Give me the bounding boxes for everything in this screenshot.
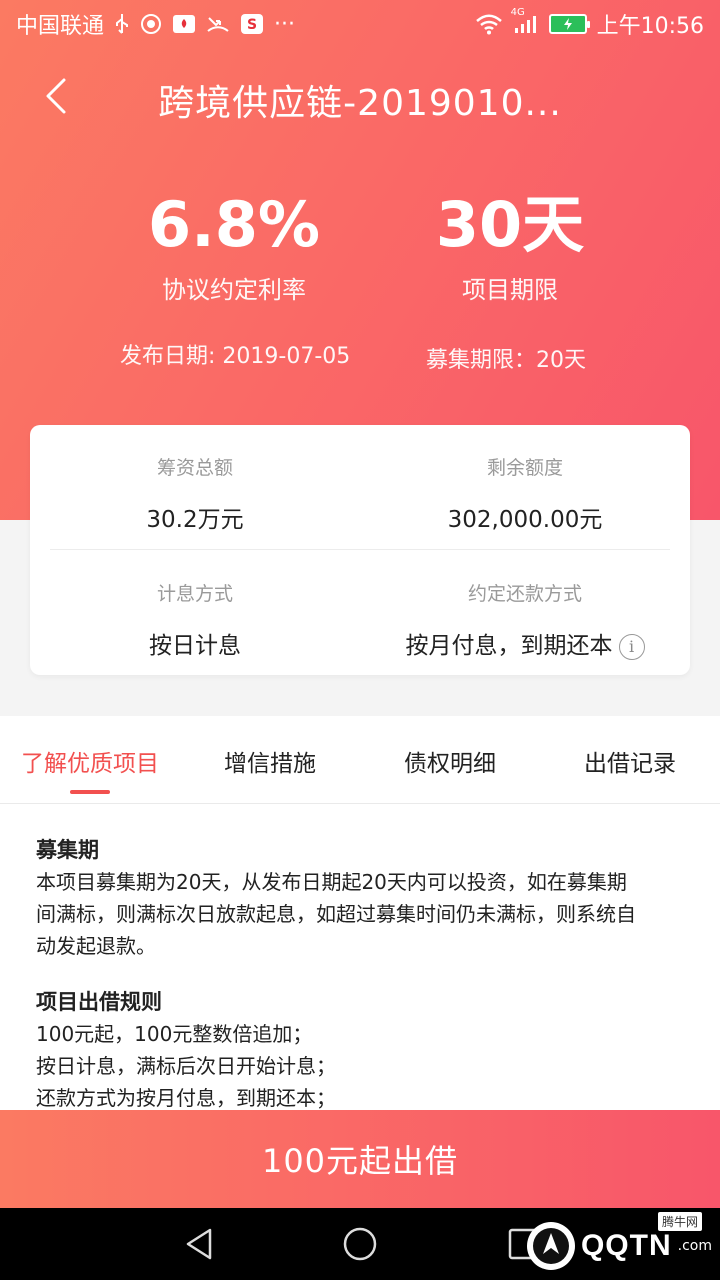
wifi-icon — [475, 13, 503, 35]
repayment-method-cell: 约定还款方式 按月付息，到期还本 i — [360, 579, 690, 660]
page-title: 跨境供应链-2019010... — [158, 83, 562, 124]
tab-debt-details[interactable]: 债权明细 — [390, 744, 510, 778]
lend-button[interactable]: 100元起出借 — [0, 1110, 720, 1208]
total-amount-cell: 筹资总额 30.2万元 — [30, 453, 360, 534]
raise-period: 募集期限：20天 — [426, 348, 586, 373]
interest-method-label: 计息方式 — [156, 583, 233, 605]
info-icon[interactable]: i — [618, 633, 645, 660]
network-type: 4G — [510, 7, 525, 18]
detail-section: 了解优质项目 增信措施 债权明细 出借记录 募集期 本项目募集期为20天，从发布… — [0, 716, 720, 1110]
carrier-label: 中国联通 — [16, 14, 105, 39]
card-divider — [50, 549, 670, 550]
watermark-suffix: .com — [677, 1238, 712, 1254]
navigation-bar: 跨境供应链-2019010... — [0, 56, 720, 140]
remaining-amount-cell: 剩余额度 302,000.00元 — [360, 453, 690, 534]
circle-home-icon — [340, 1227, 380, 1268]
repayment-method-row: 按月付息，到期还本 i — [360, 626, 690, 660]
rate-value: 6.8% — [148, 188, 320, 261]
signal-icon: 4G — [511, 7, 539, 35]
watermark-tag: 腾牛网 — [657, 1212, 702, 1231]
clock: 上午10:56 — [596, 14, 704, 39]
tab-lending-records[interactable]: 出借记录 — [570, 744, 690, 778]
usb-icon — [114, 13, 130, 35]
watermark: QQTN .com 腾牛网 — [526, 1212, 712, 1270]
term-label: 项目期限 — [462, 276, 558, 304]
tab-credit-enhancement[interactable]: 增信措施 — [210, 744, 330, 778]
funding-info-card: 筹资总额 30.2万元 剩余额度 302,000.00元 计息方式 按日计息 约… — [30, 425, 690, 675]
raise-period-title: 募集期 — [36, 838, 99, 862]
project-stats: 6.8% 协议约定利率 30天 项目期限 — [0, 190, 720, 320]
tab-bar: 了解优质项目 增信措施 债权明细 出借记录 — [0, 716, 720, 804]
repayment-method-label: 约定还款方式 — [467, 583, 582, 605]
interest-method-cell: 计息方式 按日计息 — [30, 579, 360, 660]
lending-rule-2: 按日计息，满标后次日开始计息； — [36, 1054, 336, 1078]
app-s-icon: S — [240, 13, 264, 35]
huawei-icon — [172, 13, 196, 35]
remaining-amount-label: 剩余额度 — [486, 457, 563, 479]
interest-method-value: 按日计息 — [149, 633, 241, 659]
status-bar: 中国联通 S ··· 4G 上午10:56 — [0, 0, 720, 48]
qqtn-logo-icon — [526, 1222, 575, 1270]
more-notifications: ··· — [274, 11, 295, 37]
system-home-button[interactable] — [340, 1224, 380, 1264]
missed-call-icon — [206, 13, 230, 35]
triangle-back-icon — [180, 1228, 220, 1268]
repayment-method-value: 按月付息，到期还本 — [405, 633, 613, 659]
lending-rule-1: 100元起，100元整数倍追加； — [36, 1022, 313, 1046]
raise-period-text-1: 本项目募集期为20天，从发布日期起20天内可以投资，如在募集期 — [36, 870, 627, 894]
lending-rules-title: 项目出借规则 — [36, 990, 162, 1014]
tab-content: 募集期 本项目募集期为20天，从发布日期起20天内可以投资，如在募集期 间满标，… — [0, 804, 720, 1114]
total-amount-value: 30.2万元 — [146, 507, 244, 533]
total-amount-label: 筹资总额 — [156, 457, 233, 479]
rate-stat: 6.8% 协议约定利率 — [104, 190, 364, 305]
remaining-amount-value: 302,000.00元 — [447, 507, 603, 533]
svg-text:S: S — [247, 17, 257, 33]
system-back-button[interactable] — [180, 1224, 220, 1264]
tab-project-intro[interactable]: 了解优质项目 — [20, 744, 160, 778]
term-value: 30天 — [435, 188, 585, 261]
publish-date: 发布日期: 2019-07-05 — [120, 344, 351, 369]
raise-period-text-3: 动发起退款。 — [36, 934, 156, 958]
watermark-text: QQTN — [580, 1229, 672, 1262]
active-tab-indicator — [70, 790, 110, 794]
rate-label: 协议约定利率 — [162, 276, 306, 304]
battery-icon — [548, 14, 590, 34]
term-stat: 30天 项目期限 — [380, 190, 640, 305]
raise-period-text-2: 间满标，则满标次日放款起息，如超过募集时间仍未满标，则系统自 — [36, 902, 636, 926]
app-notification-icon — [140, 13, 162, 35]
